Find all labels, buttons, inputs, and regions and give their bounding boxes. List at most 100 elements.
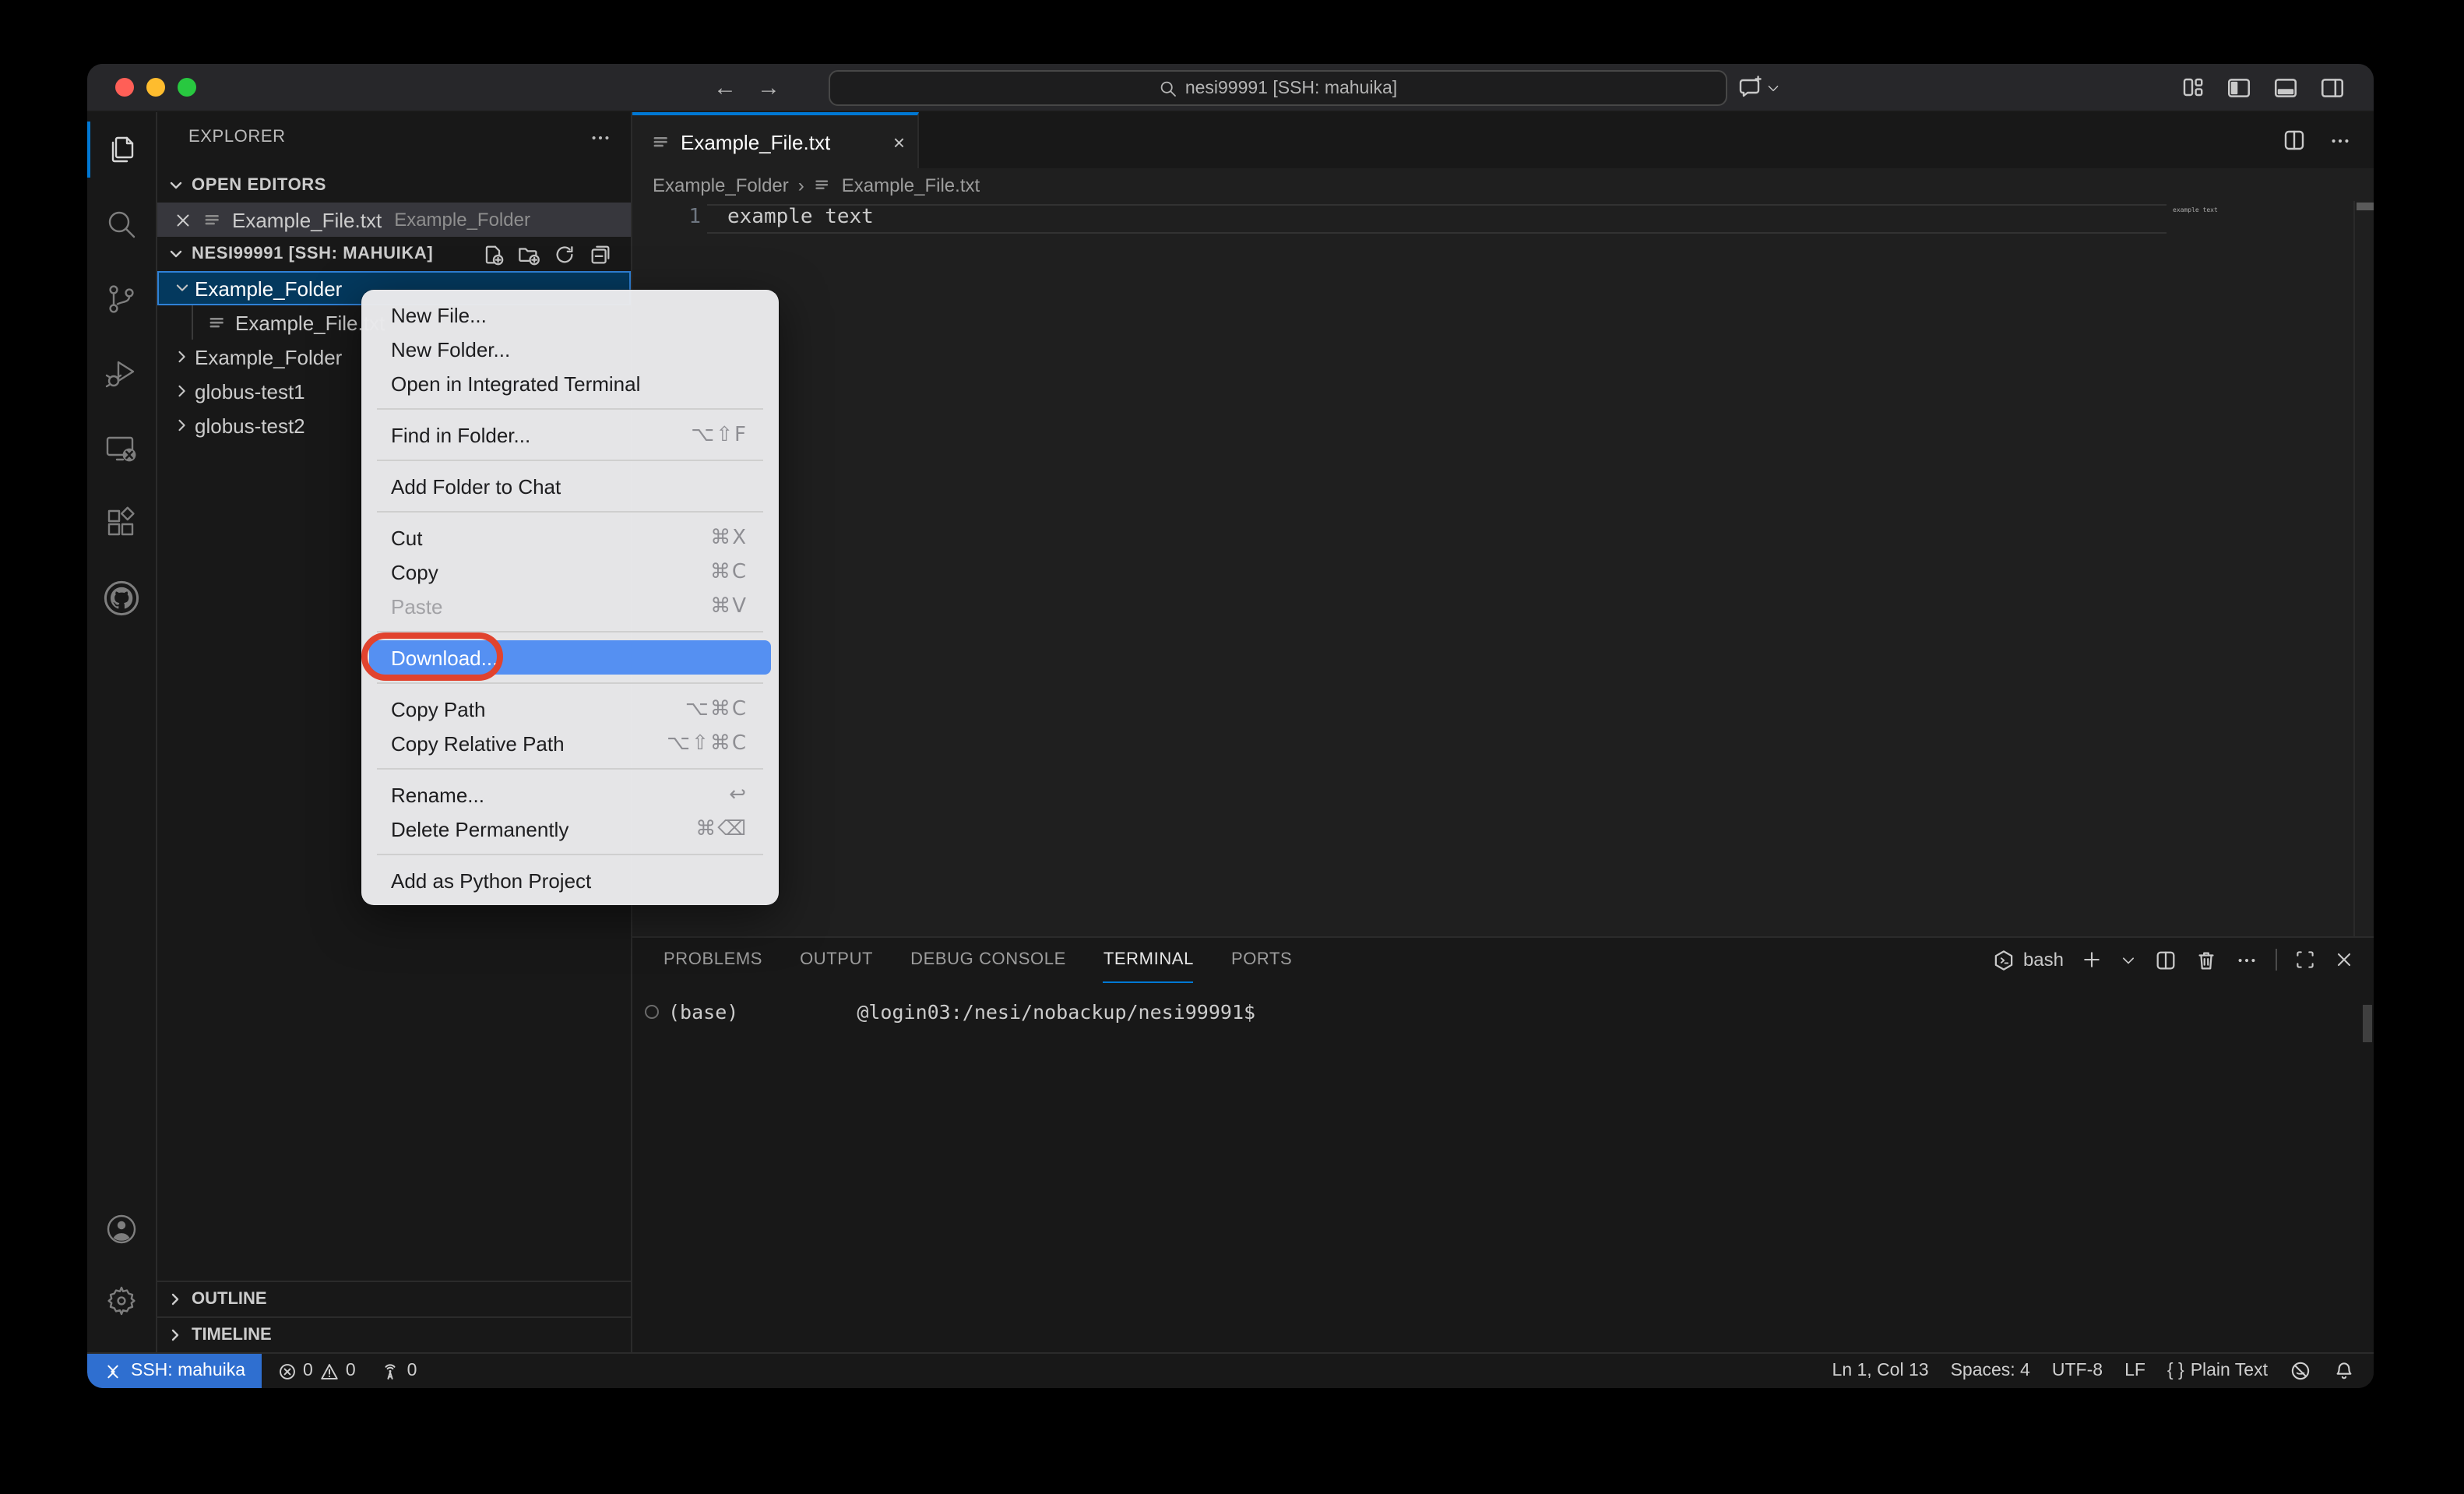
close-panel-icon[interactable]: [2333, 949, 2355, 971]
menu-item-add-as-python-project[interactable]: Add as Python Project: [369, 863, 771, 897]
activity-github[interactable]: [87, 561, 156, 636]
workspace-header[interactable]: NESI99991 [SSH: MAHUIKA]: [157, 237, 631, 271]
line-number: 1: [660, 206, 701, 229]
menu-item-shortcut: ⌘⌫: [695, 817, 748, 840]
eol[interactable]: LF: [2124, 1362, 2145, 1380]
settings-button[interactable]: [87, 1265, 156, 1337]
terminal-prompt: @login03:/nesi/nobackup/nesi99991$: [857, 1000, 1255, 1024]
status-bar-right: Ln 1, Col 13 Spaces: 4 UTF-8 LF { } Plai…: [1832, 1360, 2374, 1382]
timeline-label: TIMELINE: [192, 1326, 272, 1344]
accounts-button[interactable]: [87, 1193, 156, 1265]
language-label: Plain Text: [2191, 1362, 2268, 1380]
zoom-window-button[interactable]: [178, 78, 196, 97]
error-icon: [276, 1361, 297, 1381]
menu-item-new-file[interactable]: New File...: [369, 298, 771, 332]
indentation[interactable]: Spaces: 4: [1951, 1362, 2030, 1380]
chevron-down-icon[interactable]: [2120, 951, 2137, 968]
menu-item-copy-relative-path[interactable]: Copy Relative Path ⌥⇧⌘C: [369, 726, 771, 760]
editor-content[interactable]: 1 example text example text: [632, 201, 2374, 936]
menu-item-label: Rename...: [391, 783, 484, 806]
tree-item-label: Example_Folder: [195, 277, 342, 300]
remote-explorer-icon: [103, 430, 140, 467]
minimize-window-button[interactable]: [146, 78, 165, 97]
customize-layout-icon[interactable]: [2181, 75, 2205, 100]
menu-item-add-folder-to-chat[interactable]: Add Folder to Chat: [369, 469, 771, 503]
chat-button[interactable]: [1738, 64, 1780, 111]
encoding[interactable]: UTF-8: [2052, 1362, 2103, 1380]
extensions-icon: [103, 505, 140, 542]
more-actions-icon[interactable]: [2328, 129, 2352, 152]
ports-status[interactable]: 0: [381, 1361, 417, 1381]
menu-item-delete-permanently[interactable]: Delete Permanently⌘⌫: [369, 812, 771, 846]
menu-item-shortcut: ⌥⇧⌘C: [667, 731, 748, 755]
problems-status[interactable]: 0 0: [276, 1361, 356, 1381]
menu-item-open-integrated-terminal[interactable]: Open in Integrated Terminal: [369, 366, 771, 400]
open-editors-header[interactable]: OPEN EDITORS: [157, 168, 631, 203]
breadcrumb: Example_Folder › Example_File.txt: [632, 168, 2374, 201]
tab-terminal[interactable]: TERMINAL: [1104, 937, 1194, 982]
menu-item-copy[interactable]: Copy ⌘C: [369, 555, 771, 589]
menu-item-find-in-folder[interactable]: Find in Folder...⌥⇧F: [369, 418, 771, 452]
activity-remote-explorer[interactable]: [87, 411, 156, 486]
collapse-all-icon[interactable]: [589, 242, 612, 266]
menu-item-copy-path[interactable]: Copy Path⌥⌘C: [369, 692, 771, 726]
refresh-icon[interactable]: [553, 242, 576, 266]
desktop: ← → nesi99991 [SSH: mahuika]: [0, 0, 2464, 1494]
menu-item-download[interactable]: Download...: [369, 640, 771, 675]
tab-debug-console[interactable]: DEBUG CONSOLE: [910, 937, 1066, 982]
language-mode[interactable]: { } Plain Text: [2167, 1362, 2268, 1380]
menu-item-shortcut: ⌘C: [710, 560, 748, 583]
chat-sparkle-icon: [1738, 75, 1763, 100]
outline-label: OUTLINE: [192, 1290, 267, 1309]
menu-item-label: Copy Relative Path: [391, 731, 565, 755]
minimap[interactable]: example text: [2167, 201, 2353, 294]
split-editor-icon[interactable]: [2282, 128, 2307, 153]
menu-item-label: Copy: [391, 560, 438, 583]
activity-source-control[interactable]: [87, 262, 156, 337]
menu-item-shortcut: ⌥⌘C: [685, 697, 748, 721]
remote-indicator[interactable]: SSH: mahuika: [87, 1354, 261, 1388]
terminal-scrollbar[interactable]: [2363, 1005, 2372, 1042]
activity-explorer[interactable]: [87, 112, 156, 187]
toggle-secondary-sidebar-icon[interactable]: [2319, 74, 2346, 100]
more-actions-icon[interactable]: [2235, 948, 2258, 971]
new-file-icon[interactable]: [481, 242, 505, 266]
maximize-panel-icon[interactable]: [2294, 949, 2316, 971]
kill-terminal-icon[interactable]: [2195, 948, 2218, 971]
tab-close-icon[interactable]: ×: [893, 130, 905, 153]
terminal-output[interactable]: (base) @login03:/nesi/nobackup/nesi99991…: [632, 1000, 2349, 1024]
editor-scrollbar[interactable]: [2353, 201, 2374, 936]
scrollbar-slider[interactable]: [2357, 203, 2374, 210]
new-folder-icon[interactable]: [517, 242, 540, 266]
menu-item-rename[interactable]: Rename...↩: [369, 777, 771, 812]
timeline-section[interactable]: TIMELINE: [157, 1316, 631, 1352]
tab-example-file[interactable]: Example_File.txt ×: [632, 112, 919, 168]
cursor-position[interactable]: Ln 1, Col 13: [1832, 1362, 1929, 1380]
close-window-button[interactable]: [115, 78, 134, 97]
new-terminal-icon[interactable]: [2081, 949, 2103, 971]
activity-extensions[interactable]: [87, 486, 156, 561]
breadcrumb-folder[interactable]: Example_Folder: [653, 174, 789, 196]
toggle-primary-sidebar-icon[interactable]: [2226, 74, 2252, 100]
breadcrumb-file[interactable]: Example_File.txt: [842, 174, 980, 196]
menu-item-cut[interactable]: Cut⌘X: [369, 520, 771, 555]
menu-item-label: Download...: [391, 646, 498, 669]
activity-run-debug[interactable]: [87, 337, 156, 411]
bell-icon[interactable]: [2333, 1360, 2355, 1382]
forward-button[interactable]: →: [757, 64, 780, 111]
copilot-disabled-icon[interactable]: [2290, 1360, 2311, 1382]
more-actions-icon[interactable]: [589, 125, 612, 149]
split-terminal-icon[interactable]: [2154, 948, 2177, 971]
menu-item-new-folder[interactable]: New Folder...: [369, 332, 771, 366]
command-center-search[interactable]: nesi99991 [SSH: mahuika]: [829, 70, 1727, 106]
terminal-shell-badge[interactable]: bash: [1992, 948, 2064, 971]
back-button[interactable]: ←: [713, 64, 737, 111]
tab-output[interactable]: OUTPUT: [800, 937, 873, 982]
tab-ports[interactable]: PORTS: [1231, 937, 1292, 982]
close-icon[interactable]: [173, 210, 193, 230]
activity-search[interactable]: [87, 187, 156, 262]
tab-problems[interactable]: PROBLEMS: [664, 937, 762, 982]
outline-section[interactable]: OUTLINE: [157, 1281, 631, 1316]
toggle-panel-icon[interactable]: [2272, 74, 2299, 100]
open-editor-item[interactable]: Example_File.txt Example_Folder: [157, 203, 631, 237]
